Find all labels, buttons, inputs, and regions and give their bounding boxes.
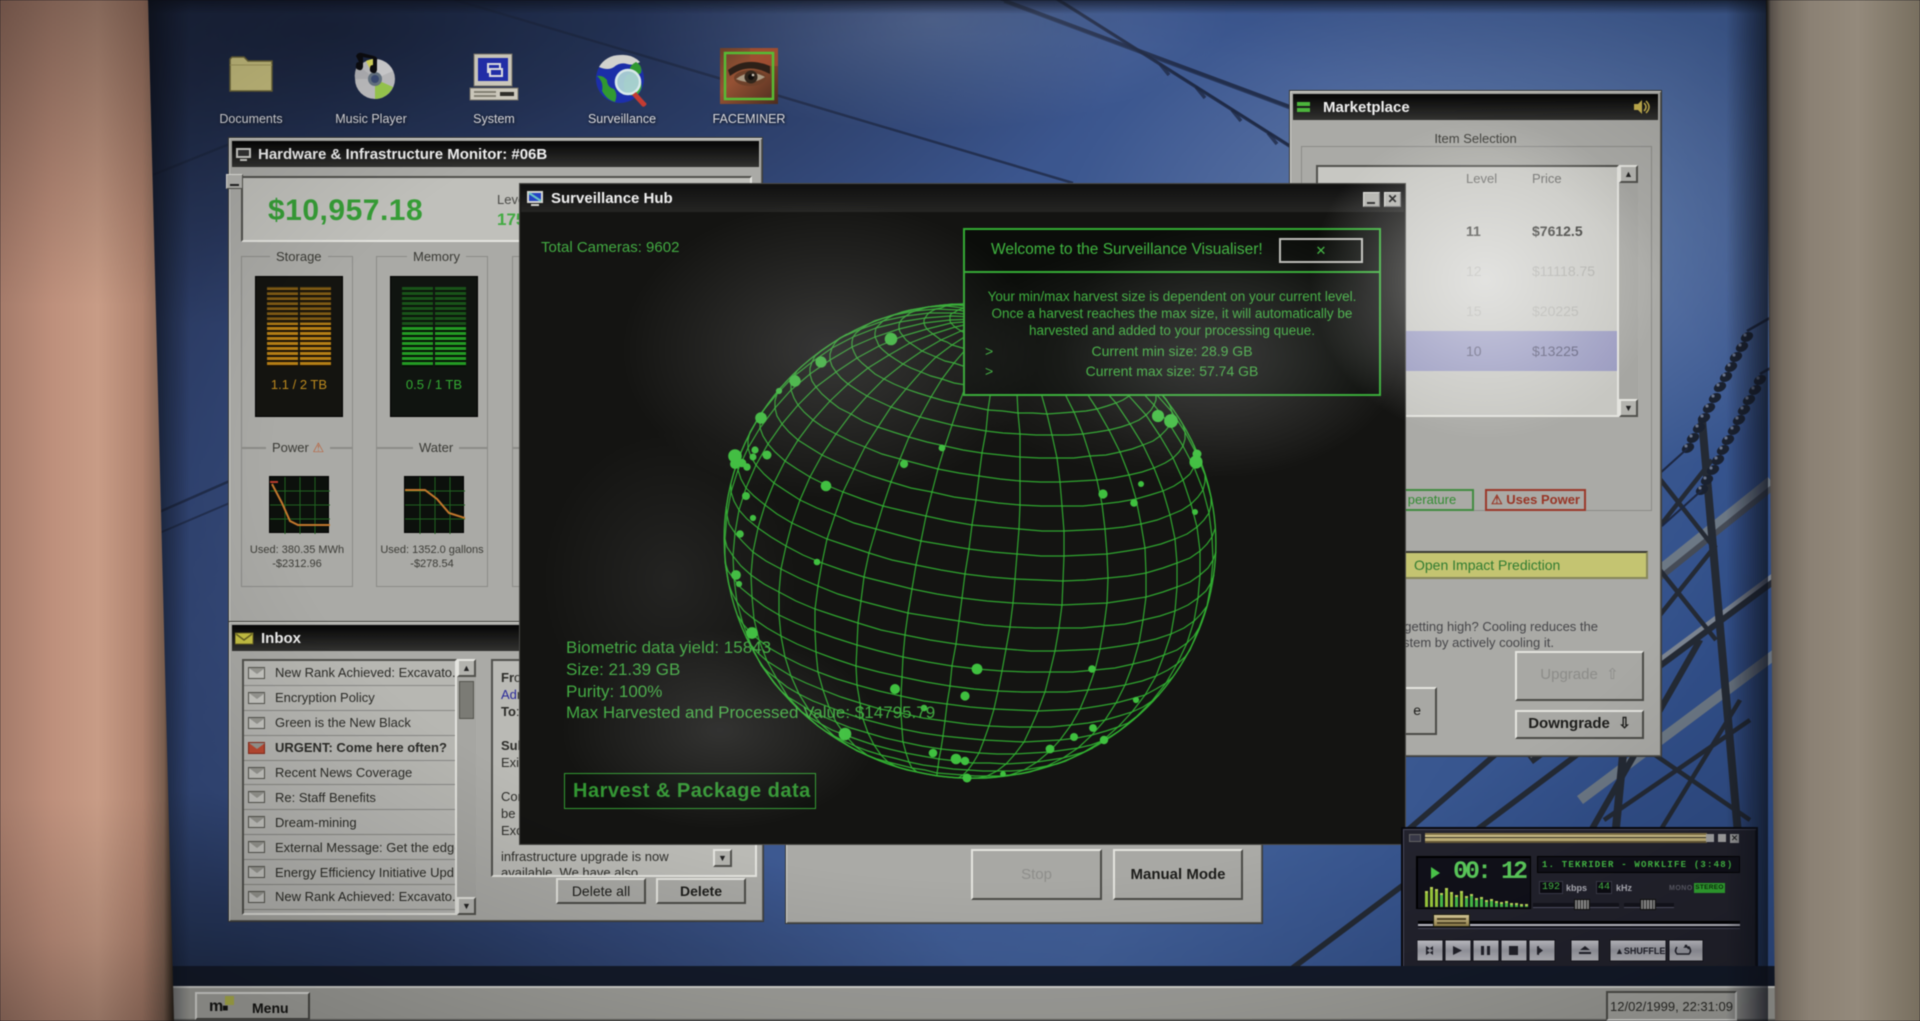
svg-text:▲SHUFFLE: ▲SHUFFLE — [1615, 946, 1665, 956]
